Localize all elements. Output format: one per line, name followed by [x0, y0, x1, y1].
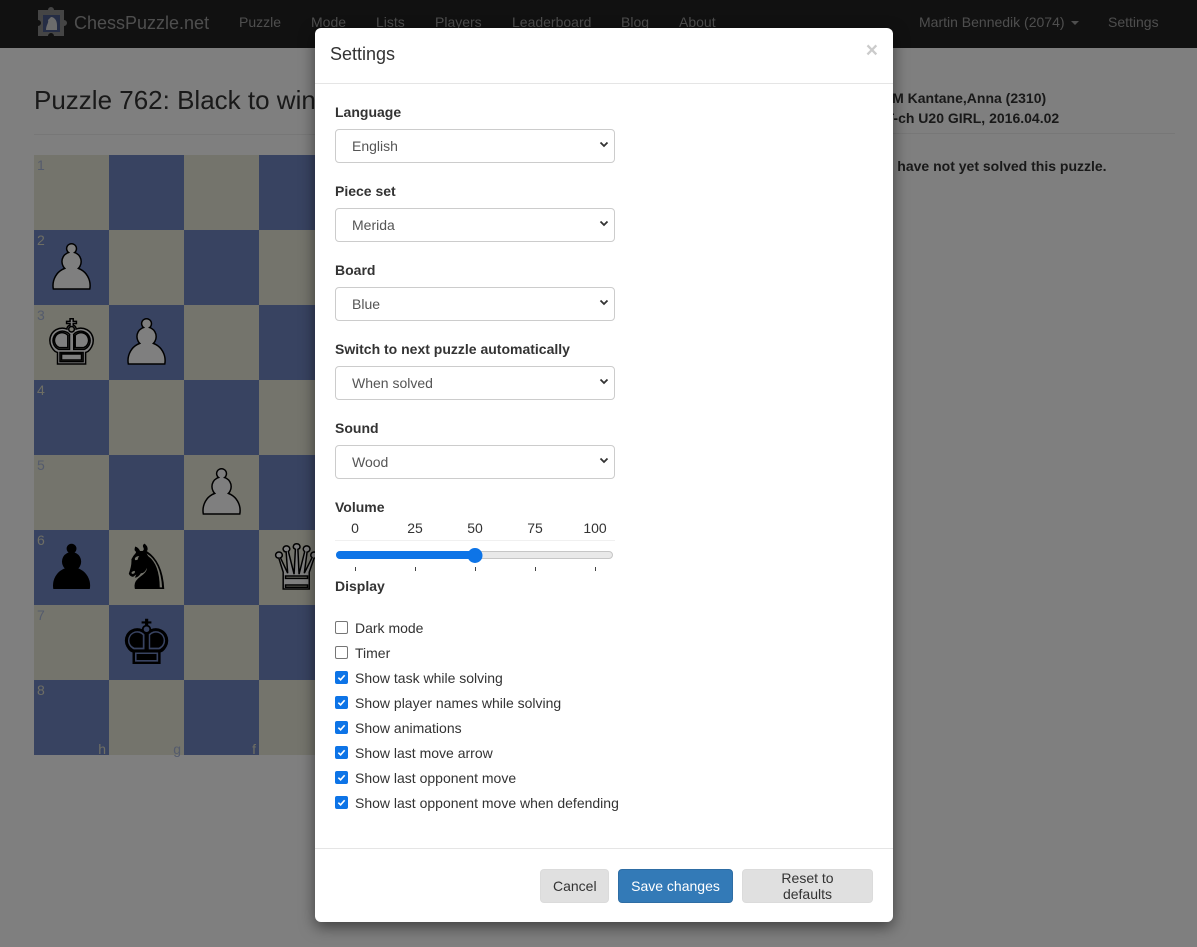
- checkbox[interactable]: [335, 621, 348, 634]
- checkmark-icon: [337, 799, 346, 807]
- slider-tick: [415, 567, 416, 571]
- slider-thumb[interactable]: [467, 548, 483, 563]
- chevron-down-icon: [599, 378, 609, 385]
- settings-modal: Settings × Language English Piece set Me…: [315, 28, 893, 922]
- volume-tick-label: 25: [407, 520, 423, 536]
- option-label: Show animations: [355, 719, 462, 736]
- board-value: Blue: [352, 296, 381, 312]
- checkbox[interactable]: [335, 796, 348, 809]
- chevron-down-icon: [599, 220, 609, 227]
- chevron-down-icon: [599, 141, 609, 148]
- checkbox[interactable]: [335, 771, 348, 784]
- chevron-down-icon: [599, 299, 609, 306]
- auto-next-value: When solved: [352, 375, 433, 391]
- checkbox[interactable]: [335, 746, 348, 759]
- modal-title: Settings: [330, 44, 396, 64]
- slider-tick: [595, 567, 596, 571]
- display-option[interactable]: Show player names while solving: [335, 690, 875, 715]
- display-label: Display: [335, 578, 385, 594]
- modal-footer: Cancel Save changes Reset to defaults: [315, 848, 893, 922]
- sound-select[interactable]: Wood: [335, 445, 615, 479]
- checkmark-icon: [337, 674, 346, 682]
- volume-label: Volume: [335, 499, 385, 515]
- close-icon[interactable]: ×: [866, 40, 878, 61]
- language-label: Language: [335, 104, 402, 120]
- checkmark-icon: [337, 774, 346, 782]
- modal-body: Language English Piece set Merida Board …: [335, 104, 875, 815]
- checkmark-icon: [337, 749, 346, 757]
- slider-tick: [355, 567, 356, 571]
- auto-next-select[interactable]: When solved: [335, 366, 615, 400]
- save-changes-button[interactable]: Save changes: [618, 869, 733, 903]
- checkbox[interactable]: [335, 721, 348, 734]
- display-option[interactable]: Show animations: [335, 715, 875, 740]
- sound-value: Wood: [352, 454, 389, 470]
- option-label: Show last move arrow: [355, 744, 493, 761]
- checkmark-icon: [337, 724, 346, 732]
- board-select[interactable]: Blue: [335, 287, 615, 321]
- checkbox[interactable]: [335, 646, 348, 659]
- volume-slider[interactable]: [335, 540, 615, 574]
- cancel-button[interactable]: Cancel: [540, 869, 609, 903]
- volume-tick-label: 75: [527, 520, 543, 536]
- modal-header: Settings ×: [315, 28, 893, 84]
- option-label: Dark mode: [355, 619, 424, 636]
- language-select[interactable]: English: [335, 129, 615, 163]
- checkbox[interactable]: [335, 671, 348, 684]
- volume-tick-label: 50: [467, 520, 483, 536]
- display-option[interactable]: Show last opponent move: [335, 765, 875, 790]
- display-options: Dark mode Timer Show task while solving Sho…: [335, 615, 875, 815]
- option-label: Show player names while solving: [355, 694, 562, 711]
- slider-fill: [336, 551, 476, 559]
- volume-tick-label: 0: [351, 520, 359, 536]
- option-label: Show task while solving: [355, 669, 503, 686]
- auto-next-label: Switch to next puzzle automatically: [335, 341, 570, 357]
- option-label: Show last opponent move: [355, 769, 517, 786]
- piece-set-label: Piece set: [335, 183, 396, 199]
- display-option[interactable]: Dark mode: [335, 615, 875, 640]
- piece-set-value: Merida: [352, 217, 395, 233]
- board-label: Board: [335, 262, 376, 278]
- chevron-down-icon: [599, 457, 609, 464]
- reset-defaults-button[interactable]: Reset to defaults: [742, 869, 873, 903]
- sound-label: Sound: [335, 420, 379, 436]
- option-label: Timer: [355, 644, 391, 661]
- option-label: Show last opponent move when defending: [355, 794, 619, 811]
- checkbox[interactable]: [335, 696, 348, 709]
- slider-tick: [475, 567, 476, 571]
- display-option[interactable]: Show task while solving: [335, 665, 875, 690]
- checkmark-icon: [337, 699, 346, 707]
- display-option[interactable]: Show last move arrow: [335, 740, 875, 765]
- volume-tick-label: 100: [583, 520, 607, 536]
- display-option[interactable]: Timer: [335, 640, 875, 665]
- piece-set-select[interactable]: Merida: [335, 208, 615, 242]
- volume-tick-labels: 0 25 50 75 100: [335, 520, 615, 540]
- language-value: English: [352, 138, 398, 154]
- display-option[interactable]: Show last opponent move when defending: [335, 790, 875, 815]
- slider-tick: [535, 567, 536, 571]
